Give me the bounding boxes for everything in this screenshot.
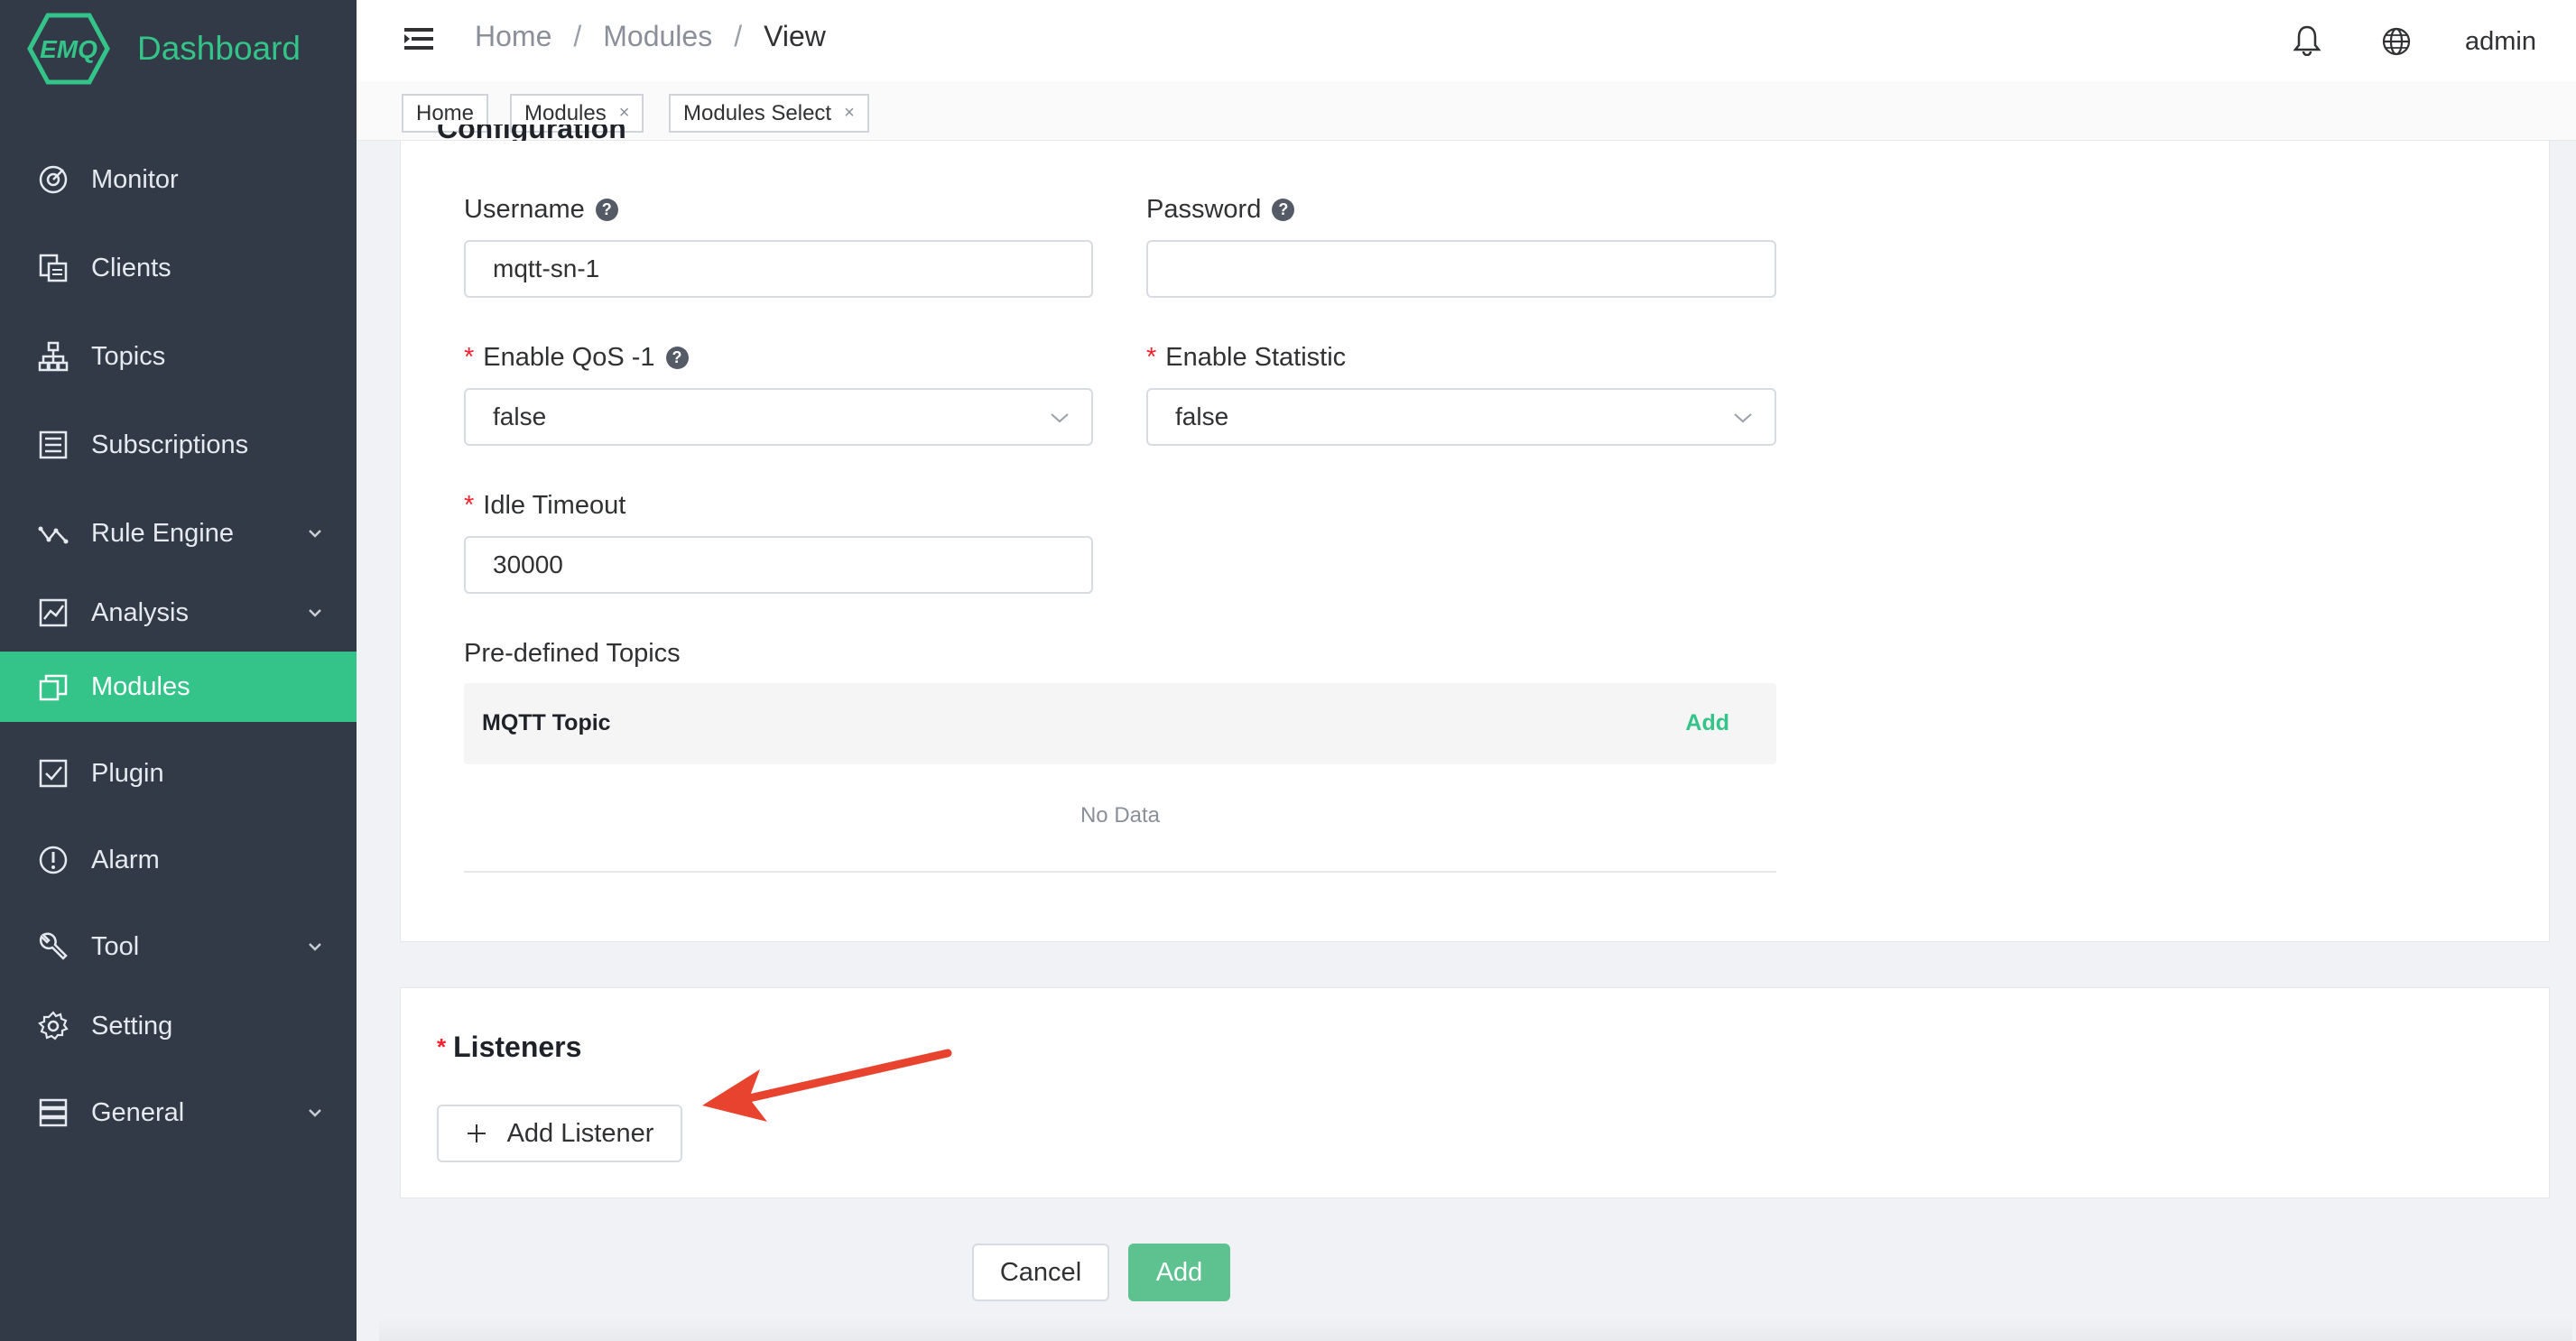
help-icon[interactable]: ? [595,199,618,221]
add-topic-button[interactable]: Add [1685,710,1729,736]
empty-state: No Data [1080,803,1161,828]
sidebar-item-subscriptions[interactable]: Subscriptions [0,410,357,480]
tool-icon [39,932,68,960]
table-divider [464,871,1776,873]
sidebar-item-topics[interactable]: Topics [0,321,357,392]
sidebar-item-tool[interactable]: Tool [0,911,357,982]
chevron-down-icon [309,1109,321,1117]
sidebar-item-modules[interactable]: Modules [0,652,357,722]
globe-icon[interactable] [2381,26,2412,57]
add-listener-button[interactable]: Add Listener [437,1105,682,1162]
topics-table-header: MQTT Topic Add [464,683,1776,764]
sidebar-item-general[interactable]: General [0,1077,357,1148]
chevron-down-icon [1051,413,1069,423]
sidebar-item-label: Clients [91,253,171,282]
sidebar-item-monitor[interactable]: Monitor [0,144,357,215]
logo[interactable]: EMQ Dashboard [27,13,301,85]
close-icon[interactable]: × [619,103,630,124]
plugin-icon [39,759,68,788]
app-title: Dashboard [137,30,301,67]
general-icon [39,1098,68,1127]
password-field[interactable] [1146,240,1776,298]
sidebar-item-clients[interactable]: Clients [0,233,357,303]
idle-timeout-label: * Idle Timeout [464,491,626,520]
breadcrumb-home[interactable]: Home [475,20,551,53]
sidebar-item-label: Rule Engine [91,518,234,548]
idle-timeout-field[interactable]: 30000 [464,536,1093,594]
submit-add-button[interactable]: Add [1128,1244,1230,1301]
predefined-topics-label: Pre-defined Topics [464,639,681,668]
sidebar-item-label: Monitor [91,164,179,194]
sidebar-item-label: Analysis [91,597,189,627]
configuration-title: Configuration [437,125,626,141]
required-mark: * [1146,343,1157,372]
enable-qos-select[interactable]: false [464,388,1093,446]
sidebar-item-label: Modules [91,671,190,701]
sidebar-item-label: Alarm [91,845,160,874]
sidebar-item-label: Subscriptions [91,430,249,459]
required-mark: * [464,491,475,520]
username-label: Username ? [464,195,618,225]
chevron-down-icon [1734,413,1752,423]
password-label: Password ? [1146,195,1295,225]
close-icon[interactable]: × [844,103,855,124]
alarm-icon [39,846,68,874]
username-field[interactable]: mqtt-sn-1 [464,240,1093,298]
breadcrumb: Home / Modules / View [475,20,826,53]
clients-icon [39,254,68,282]
required-mark: * [464,343,475,372]
bell-icon[interactable] [2292,23,2322,56]
menu-toggle-icon[interactable] [404,26,433,51]
plus-icon [467,1124,486,1142]
cancel-button[interactable]: Cancel [972,1244,1109,1301]
tag-modules-select[interactable]: Modules Select × [669,94,869,133]
sidebar-item-analysis[interactable]: Analysis [0,578,357,648]
subscriptions-icon [39,430,68,459]
mqtt-topic-column: MQTT Topic [482,710,611,735]
setting-icon [38,1011,69,1040]
top-header: Home / Modules / View admin [357,0,2576,81]
sidebar-item-plugin[interactable]: Plugin [0,738,357,809]
sidebar-item-label: Plugin [91,758,164,788]
emq-logo-icon: EMQ [27,13,110,85]
listeners-title: * Listeners [437,1031,582,1063]
page-bottom-fade [379,1318,2572,1341]
enable-statistic-label: * Enable Statistic [1146,343,1347,372]
analysis-icon [39,598,68,627]
chevron-down-icon [309,530,321,538]
sidebar-item-label: Setting [91,1011,173,1040]
sidebar: EMQ Dashboard Monitor Clients Topics Sub… [0,0,357,1341]
sidebar-item-setting[interactable]: Setting [0,991,357,1061]
sidebar-item-label: General [91,1097,185,1127]
help-icon[interactable]: ? [665,347,689,369]
modules-icon [39,674,68,701]
monitor-icon [39,165,68,194]
annotation-arrow-icon [702,1049,952,1122]
enable-qos-label: * Enable QoS -1 ? [464,343,689,373]
required-mark: * [437,1033,447,1060]
svg-text:EMQ: EMQ [40,35,97,63]
sidebar-item-label: Topics [91,341,166,371]
user-menu[interactable]: admin [2465,27,2536,57]
sidebar-item-label: Tool [91,931,140,961]
rule-engine-icon [38,526,69,544]
help-icon[interactable]: ? [1272,199,1295,221]
chevron-down-icon [309,943,321,951]
sidebar-item-rule-engine[interactable]: Rule Engine [0,498,357,569]
breadcrumb-modules[interactable]: Modules [603,20,712,53]
topics-icon [38,341,69,372]
sidebar-item-alarm[interactable]: Alarm [0,825,357,895]
enable-statistic-select[interactable]: false [1146,388,1776,446]
breadcrumb-current: View [764,20,826,52]
tags-bar: Home Modules × Modules Select × [357,81,2576,141]
chevron-down-icon [309,609,321,617]
